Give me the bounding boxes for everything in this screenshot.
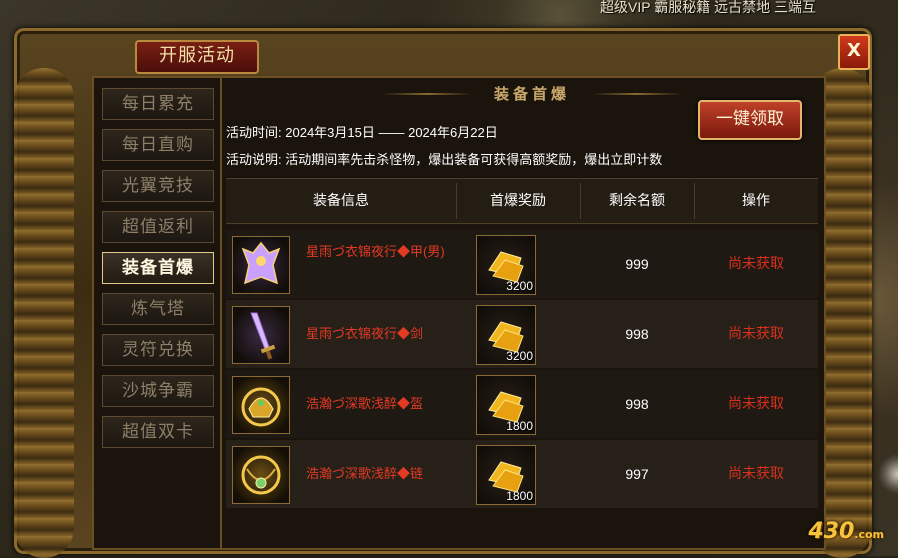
item-name: 星雨づ衣锦夜行◆剑 — [306, 326, 424, 341]
activity-desc-value: 活动期间率先击杀怪物，爆出装备可获得高额奖励，爆出立即计数 — [285, 152, 663, 167]
claim-status[interactable]: 尚未获取 — [696, 440, 816, 508]
header-equipment-info: 装备信息 — [313, 193, 369, 209]
gold-ingot-icon[interactable]: 1800 — [476, 375, 536, 435]
title-ornament-left — [382, 93, 472, 95]
activity-description: 活动说明: 活动期间率先击杀怪物，爆出装备可获得高额奖励，爆出立即计数 — [226, 149, 662, 168]
reward-count: 1800 — [506, 489, 533, 503]
armor-icon[interactable] — [232, 236, 290, 294]
remaining-count: 997 — [625, 466, 649, 482]
watermark-text: 430 — [808, 519, 855, 544]
menu-item-value-rebate[interactable]: 超值返利 — [102, 211, 214, 243]
gold-ingot-icon[interactable]: 1800 — [476, 445, 536, 505]
claim-status[interactable]: 尚未获取 — [696, 370, 816, 438]
item-name: 浩瀚づ深歌浅醉◆盔 — [306, 396, 424, 411]
activity-time-label: 活动时间: — [226, 125, 282, 140]
close-button[interactable]: X — [838, 34, 870, 70]
site-watermark-logo: 430.com — [808, 519, 884, 544]
activity-desc-label: 活动说明: — [226, 152, 282, 167]
remaining-count: 999 — [625, 256, 649, 272]
menu-item-castle-war[interactable]: 沙城争霸 — [102, 375, 214, 407]
menu-item-equipment-first-drop[interactable]: 装备首爆 — [102, 252, 214, 284]
gold-ingot-icon[interactable]: 3200 — [476, 235, 536, 295]
activity-content-panel: 装备首爆 一键领取 活动时间: 2024年3月15日 —— 2024年6月22日… — [220, 76, 826, 550]
claim-all-button[interactable]: 一键领取 — [698, 100, 802, 140]
menu-item-daily-purchase[interactable]: 每日直购 — [102, 129, 214, 161]
section-title: 装备首爆 — [493, 85, 570, 103]
claim-status[interactable]: 尚未获取 — [696, 300, 816, 368]
activity-time-value: 2024年3月15日 —— 2024年6月22日 — [285, 125, 498, 140]
menu-item-daily-recharge[interactable]: 每日累充 — [102, 88, 214, 120]
remaining-count: 998 — [625, 326, 649, 342]
table-row: 星雨づ衣锦夜行◆甲(男) 3200 999 尚未获取 — [226, 230, 818, 298]
activity-menu: 每日累充 每日直购 光翼竞技 超值返利 装备首爆 炼气塔 灵符兑换 沙城争霸 超… — [92, 76, 224, 550]
menu-item-talisman-exchange[interactable]: 灵符兑换 — [102, 334, 214, 366]
dragon-ornament-left — [14, 68, 74, 558]
activity-time: 活动时间: 2024年3月15日 —— 2024年6月22日 — [226, 122, 498, 141]
menu-item-wing-arena[interactable]: 光翼竞技 — [102, 170, 214, 202]
table-header: 装备信息 首爆奖励 剩余名额 操作 — [226, 178, 818, 224]
header-action: 操作 — [742, 193, 770, 209]
title-ornament-right — [592, 93, 682, 95]
header-remaining: 剩余名额 — [609, 193, 665, 209]
sword-icon[interactable] — [232, 306, 290, 364]
watermark-suffix: .com — [854, 528, 884, 541]
menu-item-qi-tower[interactable]: 炼气塔 — [102, 293, 214, 325]
remaining-count: 998 — [625, 396, 649, 412]
header-first-drop-reward: 首爆奖励 — [490, 193, 546, 209]
table-row: 浩瀚づ深歌浅醉◆盔 1800 998 尚未获取 — [226, 370, 818, 438]
gold-ingot-icon[interactable]: 3200 — [476, 305, 536, 365]
window-title: 开服活动 — [135, 40, 259, 74]
table-row: 星雨づ衣锦夜行◆剑 3200 998 尚未获取 — [226, 300, 818, 368]
item-name: 星雨づ衣锦夜行◆甲(男) — [306, 244, 445, 259]
necklace-icon[interactable] — [232, 446, 290, 504]
item-name: 浩瀚づ深歌浅醉◆链 — [306, 466, 424, 481]
side-shortcut-icon[interactable] — [876, 452, 898, 496]
reward-count: 3200 — [506, 279, 533, 293]
table-row: 浩瀚づ深歌浅醉◆链 1800 997 尚未获取 — [226, 440, 818, 508]
reward-count: 1800 — [506, 419, 533, 433]
reward-count: 3200 — [506, 349, 533, 363]
claim-status[interactable]: 尚未获取 — [696, 230, 816, 298]
top-menu-bar[interactable]: 超级VIP 霸服秘籍 远古禁地 三端互 — [600, 0, 898, 14]
helmet-icon[interactable] — [232, 376, 290, 434]
menu-item-double-card[interactable]: 超值双卡 — [102, 416, 214, 448]
